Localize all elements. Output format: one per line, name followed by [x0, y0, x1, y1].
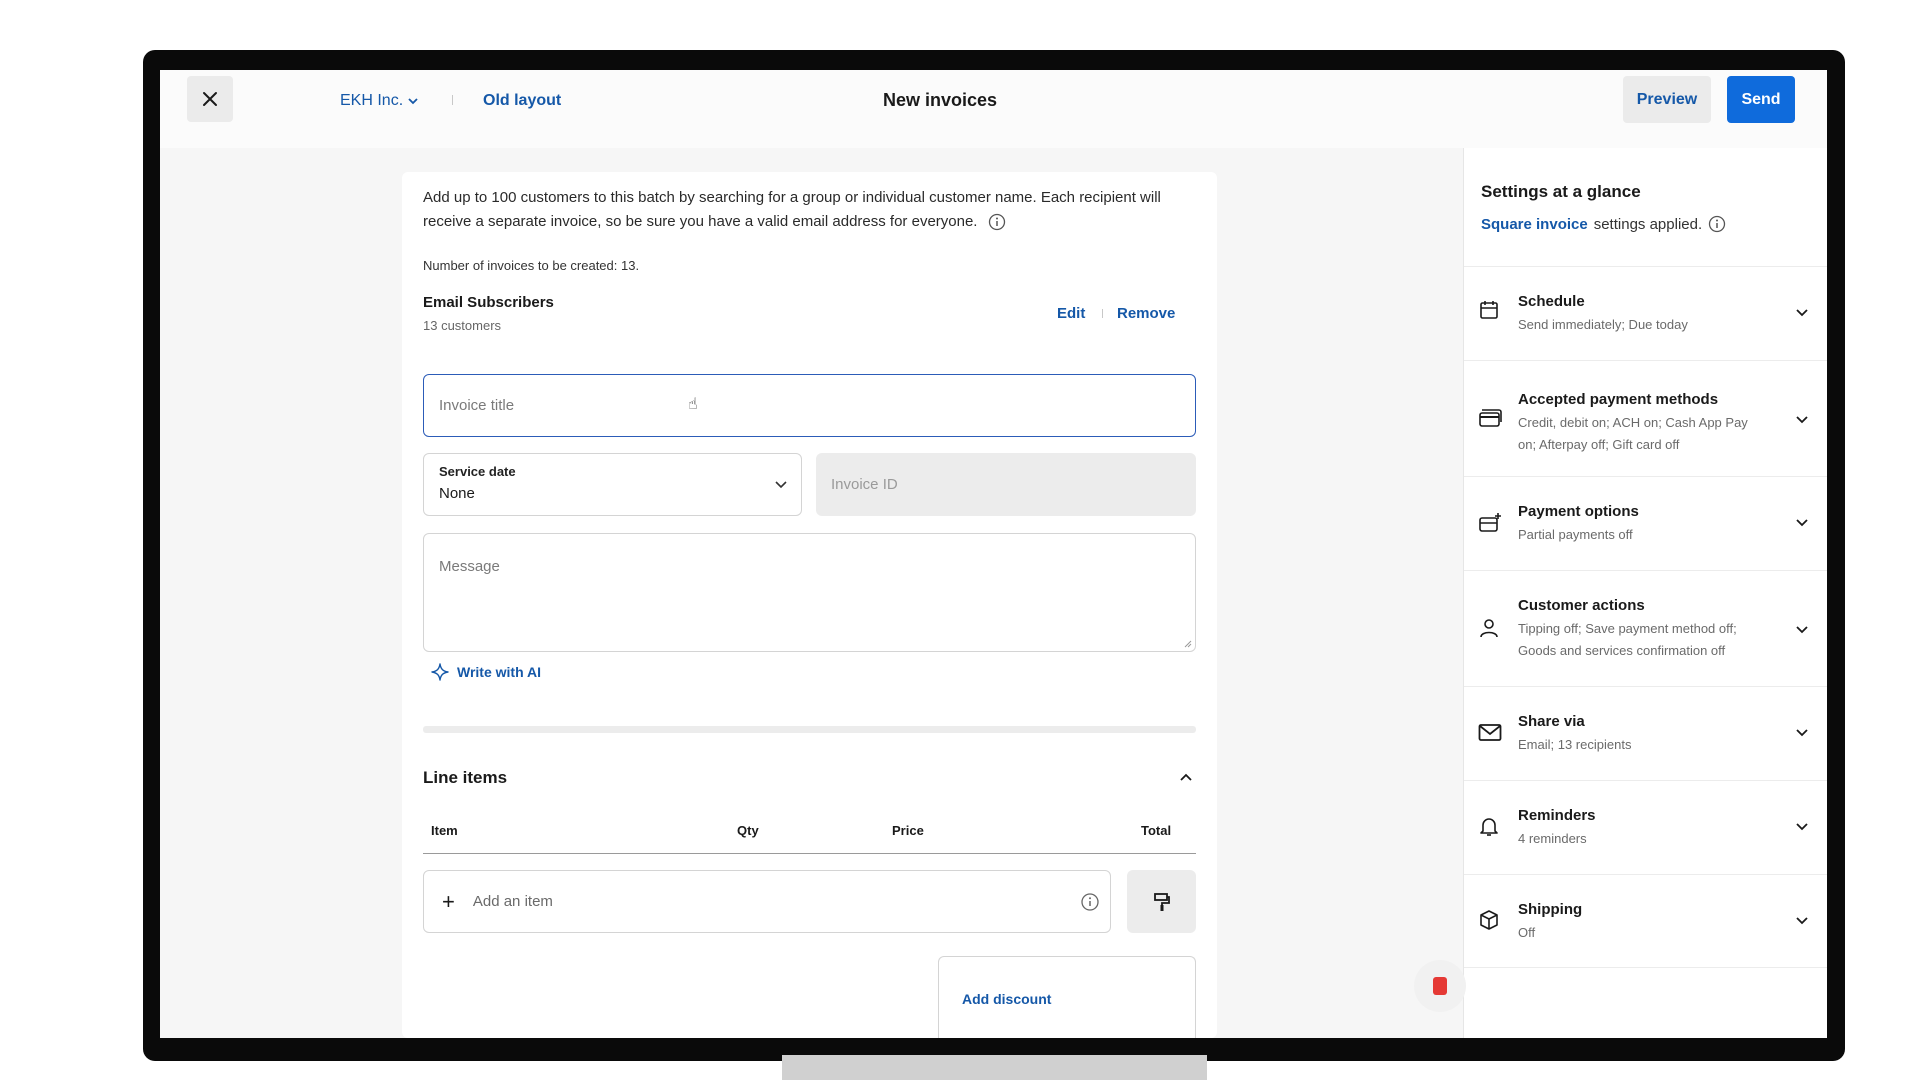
chevron-down-icon: [1796, 823, 1808, 831]
intro-description: Add up to 100 customers to this batch by…: [423, 189, 1161, 230]
write-with-ai-link[interactable]: Write with AI: [431, 663, 541, 681]
settings-row-desc: Email; 13 recipients: [1518, 737, 1632, 752]
org-switcher[interactable]: EKH Inc.: [340, 92, 419, 110]
close-button[interactable]: [187, 76, 233, 122]
header-divider: [452, 95, 453, 105]
column-header-qty: Qty: [737, 823, 759, 838]
settings-row-share-via[interactable]: Share via Email; 13 recipients: [1464, 686, 1827, 780]
chevron-down-icon: [1796, 309, 1808, 317]
settings-row-desc: Off: [1518, 925, 1536, 940]
add-item-input[interactable]: + Add an item: [423, 870, 1111, 933]
mail-icon: [1478, 724, 1502, 741]
settings-row-title: Reminders: [1518, 807, 1596, 824]
chevron-down-icon: [1796, 917, 1808, 925]
invoice-count: Number of invoices to be created: 13.: [423, 258, 640, 273]
column-header-price: Price: [892, 823, 924, 838]
paint-roller-icon: [1153, 892, 1170, 911]
settings-applied: Square invoice settings applied.: [1481, 215, 1726, 233]
recording-indicator-button[interactable]: [1414, 960, 1466, 1012]
service-date-label: Service date: [439, 464, 516, 479]
resize-handle-icon[interactable]: [1184, 640, 1192, 648]
settings-row-title: Share via: [1518, 713, 1585, 730]
settings-row-title: Payment options: [1518, 503, 1639, 520]
settings-row-shipping[interactable]: Shipping Off: [1464, 874, 1827, 968]
settings-row-payment-methods[interactable]: Accepted payment methods Credit, debit o…: [1464, 360, 1827, 476]
chevron-down-icon: [408, 98, 418, 105]
preview-button[interactable]: Preview: [1623, 76, 1711, 123]
add-discount-link[interactable]: Add discount: [962, 991, 1051, 1007]
settings-row-title: Schedule: [1518, 293, 1585, 310]
settings-row-desc: Credit, debit on; ACH on; Cash App Pay o…: [1518, 415, 1748, 452]
message-placeholder: Message: [439, 558, 500, 575]
discount-panel: Add discount: [938, 956, 1196, 1038]
column-header-total: Total: [1141, 823, 1172, 838]
line-items-title: Line items: [423, 768, 508, 787]
monitor-frame: EKH Inc. Old layout New invoices Preview…: [143, 50, 1845, 1061]
settings-applied-suffix: settings applied.: [1593, 215, 1703, 233]
app-screen: EKH Inc. Old layout New invoices Preview…: [160, 70, 1827, 1038]
settings-panel: Settings at a glance Square invoice sett…: [1463, 148, 1827, 1038]
settings-row-schedule[interactable]: Schedule Send immediately; Due today: [1464, 266, 1827, 360]
info-icon[interactable]: [988, 213, 1006, 231]
chevron-down-icon: [775, 481, 787, 489]
info-icon[interactable]: [1080, 892, 1100, 912]
section-divider: [423, 726, 1196, 733]
old-layout-link[interactable]: Old layout: [483, 92, 561, 110]
settings-row-desc: 4 reminders: [1518, 831, 1587, 846]
card-plus-icon: [1479, 513, 1501, 532]
record-icon: [1433, 977, 1447, 995]
invoice-form-card: Add up to 100 customers to this batch by…: [402, 172, 1217, 1038]
settings-row-title: Shipping: [1518, 901, 1583, 918]
close-icon: [203, 92, 217, 106]
invoice-id-input[interactable]: Invoice ID: [816, 453, 1196, 516]
plus-icon: +: [442, 888, 455, 914]
chevron-down-icon: [1796, 519, 1808, 527]
service-date-select[interactable]: Service date None: [423, 453, 802, 516]
settings-row-desc: Send immediately; Due today: [1518, 317, 1688, 332]
invoice-title-placeholder: Invoice title: [439, 397, 515, 414]
info-icon[interactable]: [1708, 215, 1726, 233]
item-library-button[interactable]: [1127, 870, 1196, 933]
monitor-stand: [782, 1055, 1207, 1080]
top-bar: EKH Inc. Old layout New invoices Preview…: [160, 70, 1827, 148]
settings-row-desc: Tipping off; Save payment method off; Go…: [1518, 621, 1737, 658]
calendar-icon: [1480, 301, 1498, 319]
package-icon: [1480, 910, 1498, 930]
edit-recipients-link[interactable]: Edit: [1057, 305, 1085, 322]
write-with-ai-label: Write with AI: [457, 664, 541, 680]
chevron-down-icon: [1796, 626, 1808, 634]
settings-row-customer-actions[interactable]: Customer actions Tipping off; Save payme…: [1464, 570, 1827, 686]
add-item-placeholder: Add an item: [472, 893, 553, 910]
intro-text: Add up to 100 customers to this batch by…: [423, 186, 1203, 234]
message-textarea[interactable]: Message: [423, 533, 1196, 652]
chevron-down-icon: [1796, 416, 1808, 424]
recipient-group-name: Email Subscribers: [423, 294, 554, 311]
settings-row-title: Accepted payment methods: [1518, 391, 1719, 408]
table-header-rule: [423, 853, 1196, 854]
invoice-id-placeholder: Invoice ID: [831, 476, 898, 493]
send-button[interactable]: Send: [1727, 76, 1795, 123]
column-header-item: Item: [431, 823, 458, 838]
square-invoice-link[interactable]: Square invoice: [1481, 216, 1588, 233]
service-date-value: None: [439, 485, 475, 502]
settings-row-payment-options[interactable]: Payment options Partial payments off: [1464, 476, 1827, 570]
sparkle-icon: [431, 663, 449, 681]
chevron-up-icon[interactable]: [1178, 770, 1194, 786]
settings-row-desc: Partial payments off: [1518, 527, 1633, 542]
org-name: EKH Inc.: [340, 92, 404, 109]
recipient-group-count: 13 customers: [423, 318, 502, 333]
remove-recipients-link[interactable]: Remove: [1117, 305, 1175, 322]
page-title: New invoices: [882, 90, 998, 110]
settings-row-reminders[interactable]: Reminders 4 reminders: [1464, 780, 1827, 874]
bell-icon: [1480, 818, 1498, 836]
settings-row-title: Customer actions: [1518, 597, 1645, 614]
hand-cursor-icon: ☝: [688, 396, 698, 413]
link-divider: [1102, 309, 1103, 318]
card-icon: [1479, 409, 1502, 427]
invoice-title-input[interactable]: Invoice title: [423, 374, 1196, 437]
chevron-down-icon: [1796, 729, 1808, 737]
settings-title: Settings at a glance: [1481, 182, 1641, 201]
person-icon: [1480, 619, 1498, 638]
